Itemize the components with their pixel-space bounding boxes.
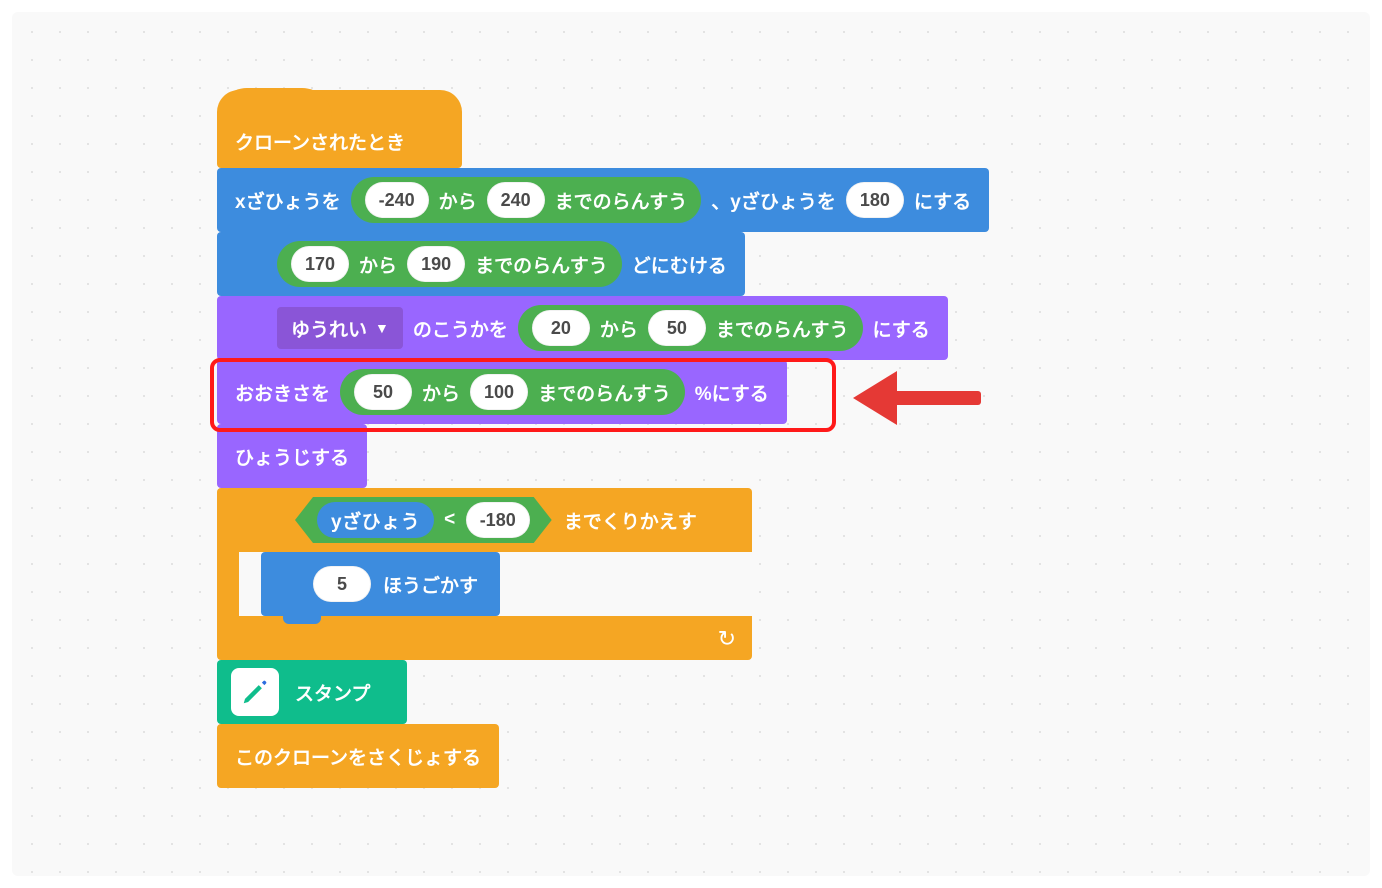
text: のこうかを xyxy=(413,315,508,342)
input-y[interactable]: 180 xyxy=(846,182,904,218)
input-to[interactable]: 100 xyxy=(470,374,528,410)
input-to[interactable]: 190 xyxy=(407,246,465,282)
reporter-random-size[interactable]: 50 から 100 までのらんすう xyxy=(340,369,685,415)
text: から xyxy=(359,251,397,278)
block-set-effect[interactable]: ゆうれい ▼ のこうかを 20 から 50 までのらんすう にする xyxy=(217,296,948,360)
text: までのらんすう xyxy=(538,379,671,406)
text: までのらんすう xyxy=(475,251,608,278)
text: にする xyxy=(873,315,930,342)
text: から xyxy=(600,315,638,342)
text: ひょうじする xyxy=(235,443,349,470)
text: どにむける xyxy=(632,251,727,278)
scratch-workspace: クローンされたとき xざひょうを -240 から 240 までのらんすう 、yざ… xyxy=(12,12,1370,876)
block-point-direction[interactable]: 170 から 190 までのらんすう どにむける xyxy=(217,232,745,296)
block-stack: クローンされたとき xざひょうを -240 から 240 までのらんすう 、yざ… xyxy=(217,90,989,788)
text: yざひょう xyxy=(331,507,420,534)
text: このクローンをさくじょする xyxy=(235,743,481,770)
reporter-random-effect[interactable]: 20 から 50 までのらんすう xyxy=(518,305,863,351)
text: スタンプ xyxy=(295,679,370,706)
input-from[interactable]: 170 xyxy=(291,246,349,282)
reporter-random-dir[interactable]: 170 から 190 までのらんすう xyxy=(277,241,622,287)
input-from[interactable]: 20 xyxy=(532,310,590,346)
block-repeat-until[interactable]: yざひょう < -180 までくりかえす 5 ほうごかす ↻ xyxy=(217,488,752,660)
text: 、yざひょうを xyxy=(711,187,836,214)
arrow-left-icon xyxy=(847,357,987,437)
input-from[interactable]: -240 xyxy=(365,182,429,218)
reporter-y-position[interactable]: yざひょう xyxy=(317,502,434,538)
block-goto-xy[interactable]: xざひょうを -240 から 240 までのらんすう 、yざひょうを 180 に… xyxy=(217,168,989,232)
loop-arrow-icon: ↻ xyxy=(718,626,736,652)
block-stamp[interactable]: スタンプ xyxy=(217,660,407,724)
block-delete-clone[interactable]: このクローンをさくじょする xyxy=(217,724,499,788)
block-set-size[interactable]: おおきさを 50 から 100 までのらんすう %にする xyxy=(217,360,787,424)
block-show[interactable]: ひょうじする xyxy=(217,424,367,488)
text: おおきさを xyxy=(235,379,330,406)
pen-icon xyxy=(231,668,279,716)
block-move-steps[interactable]: 5 ほうごかす xyxy=(261,552,500,616)
text: までのらんすう xyxy=(716,315,849,342)
text: までくりかえす xyxy=(564,507,697,534)
text: %にする xyxy=(695,379,769,406)
input-steps[interactable]: 5 xyxy=(313,566,371,602)
text: までのらんすう xyxy=(555,187,688,214)
chevron-down-icon: ▼ xyxy=(375,320,389,336)
input-to[interactable]: 50 xyxy=(648,310,706,346)
dropdown-label: ゆうれい xyxy=(291,315,367,342)
input-to[interactable]: 240 xyxy=(487,182,545,218)
text: xざひょうを xyxy=(235,187,341,214)
text: にする xyxy=(914,187,971,214)
effect-dropdown[interactable]: ゆうれい ▼ xyxy=(277,307,403,349)
input-val[interactable]: -180 xyxy=(466,502,530,538)
text: から xyxy=(422,379,460,406)
text: ほうごかす xyxy=(383,571,478,598)
hat-label: クローンされたとき xyxy=(235,128,405,155)
reporter-random-x[interactable]: -240 から 240 までのらんすう xyxy=(351,177,702,223)
hat-when-cloned[interactable]: クローンされたとき xyxy=(217,90,462,168)
input-from[interactable]: 50 xyxy=(354,374,412,410)
operator: < xyxy=(444,509,456,531)
text: から xyxy=(439,187,477,214)
boolean-less-than[interactable]: yざひょう < -180 xyxy=(295,497,552,543)
